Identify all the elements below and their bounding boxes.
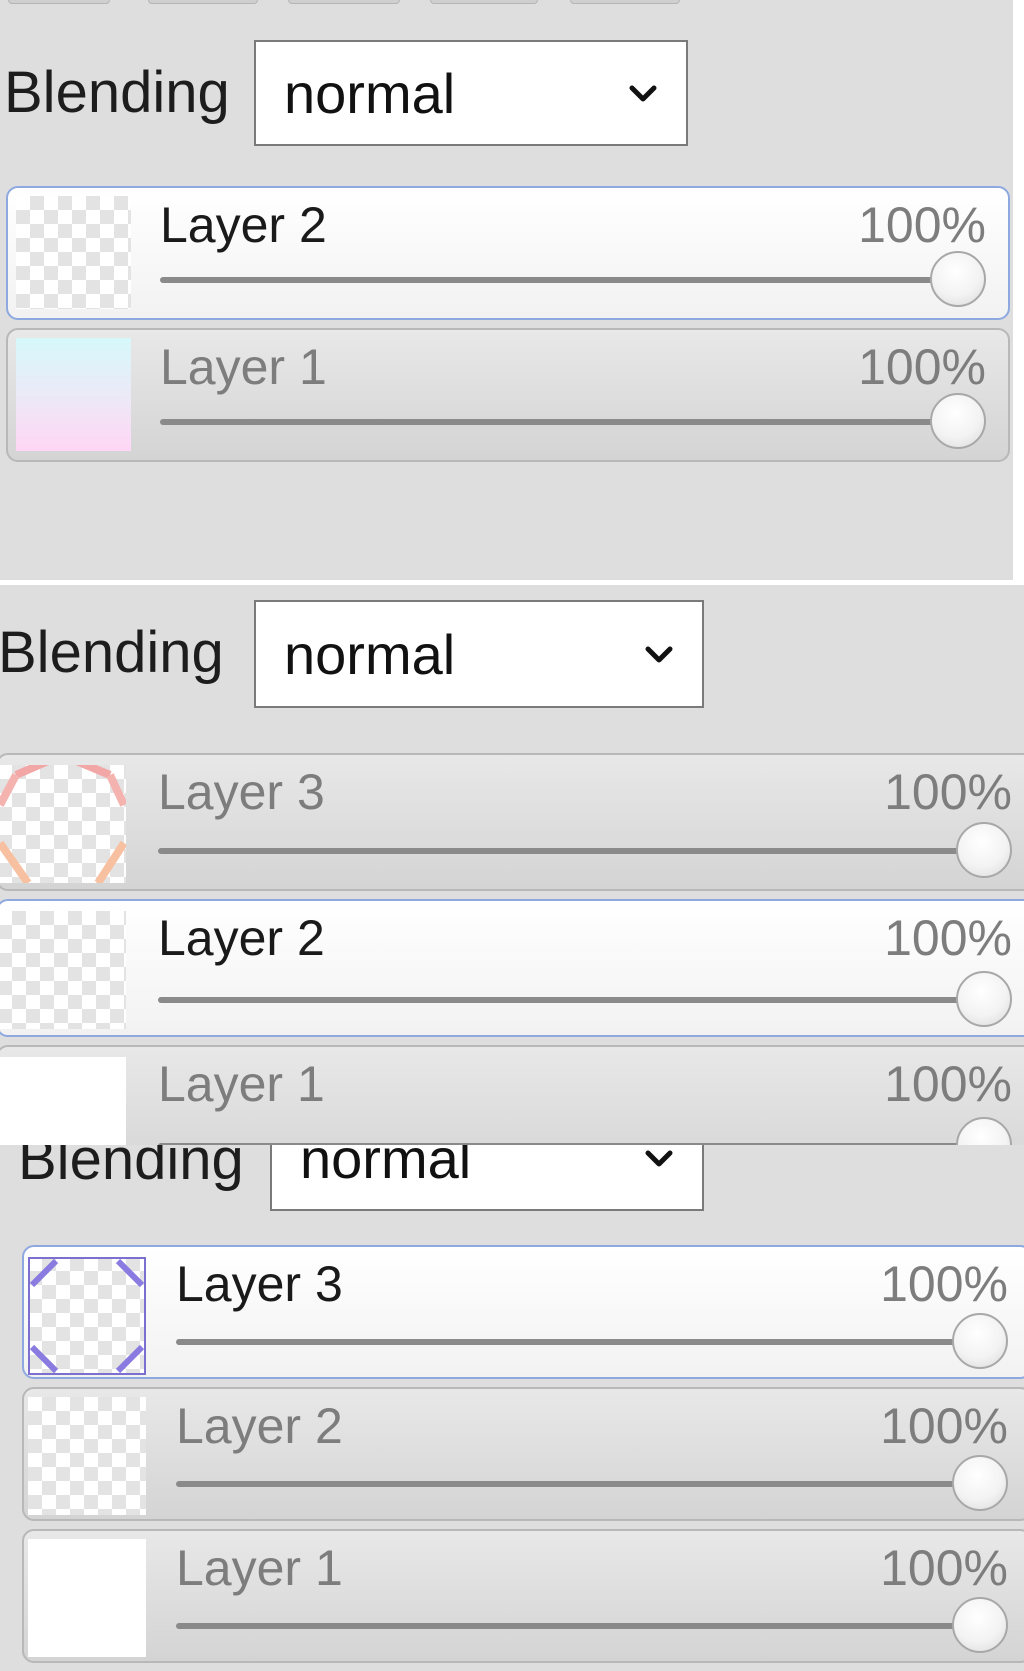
layer-thumbnail bbox=[28, 1539, 146, 1657]
blending-row: Blending normal bbox=[0, 1145, 1024, 1213]
layer-name: Layer 1 bbox=[158, 1056, 325, 1112]
layer-thumbnail-art bbox=[29, 1258, 145, 1374]
layer-thumbnail bbox=[0, 911, 126, 1029]
toolbar-button[interactable] bbox=[8, 0, 110, 4]
layer-thumbnail bbox=[16, 338, 131, 451]
layer-name: Layer 1 bbox=[176, 1540, 343, 1596]
layer-item[interactable]: Layer 3 100% bbox=[22, 1245, 1024, 1379]
layer-opacity-value: 100% bbox=[858, 339, 986, 395]
blending-select[interactable]: normal bbox=[254, 600, 704, 708]
layer-item[interactable]: Layer 1 100% bbox=[22, 1529, 1024, 1663]
opacity-slider[interactable] bbox=[158, 971, 1012, 1027]
opacity-slider[interactable] bbox=[176, 1597, 1008, 1653]
blending-select-value: normal bbox=[284, 622, 456, 686]
layer-opacity-value: 100% bbox=[884, 910, 1012, 966]
opacity-slider[interactable] bbox=[158, 822, 1012, 878]
toolbar-button[interactable] bbox=[148, 0, 258, 4]
layer-item[interactable]: Layer 2 100% bbox=[0, 899, 1024, 1037]
blending-label: Blending bbox=[18, 1145, 244, 1192]
opacity-slider-handle[interactable] bbox=[930, 251, 986, 307]
opacity-slider[interactable] bbox=[160, 393, 986, 449]
layer-opacity-value: 100% bbox=[880, 1398, 1008, 1454]
layer-name: Layer 2 bbox=[158, 910, 325, 966]
layers-panel-3: Blending normal Layer 3 100% Layer 2 100… bbox=[0, 1145, 1024, 1671]
layer-name: Layer 1 bbox=[160, 339, 327, 395]
layer-item[interactable]: Layer 1 100% bbox=[6, 328, 1010, 462]
layers-panel-2: Blending normal Layer 3 100% Layer 2 100… bbox=[0, 585, 1024, 1145]
layer-item[interactable]: Layer 2 100% bbox=[6, 186, 1010, 320]
layer-thumbnail bbox=[0, 1057, 126, 1145]
chevron-down-icon bbox=[645, 646, 673, 663]
toolbar-button[interactable] bbox=[570, 0, 680, 4]
blending-select-value: normal bbox=[300, 1145, 472, 1190]
chevron-down-icon bbox=[645, 1150, 673, 1167]
layer-thumbnail-art bbox=[0, 765, 126, 883]
opacity-slider[interactable] bbox=[176, 1455, 1008, 1511]
blending-select[interactable]: normal bbox=[254, 40, 688, 146]
toolbar-button[interactable] bbox=[288, 0, 400, 4]
blending-select-value: normal bbox=[284, 61, 456, 125]
chevron-down-icon bbox=[629, 85, 657, 102]
opacity-slider-handle[interactable] bbox=[956, 822, 1012, 878]
layer-opacity-value: 100% bbox=[880, 1540, 1008, 1596]
layer-thumbnail bbox=[0, 765, 126, 883]
layer-name: Layer 2 bbox=[160, 197, 327, 253]
layer-opacity-value: 100% bbox=[884, 764, 1012, 820]
opacity-slider-handle[interactable] bbox=[956, 1117, 1012, 1145]
layer-item[interactable]: Layer 3 100% bbox=[0, 753, 1024, 891]
blending-row: Blending normal bbox=[0, 40, 1013, 148]
blending-label: Blending bbox=[4, 60, 230, 125]
opacity-slider[interactable] bbox=[160, 251, 986, 307]
opacity-slider-handle[interactable] bbox=[930, 393, 986, 449]
layer-thumbnail bbox=[28, 1397, 146, 1515]
opacity-slider-handle[interactable] bbox=[952, 1597, 1008, 1653]
layers-panel-1: Blending normal Layer 2 100% Layer 1 100… bbox=[0, 0, 1013, 580]
blending-row: Blending normal bbox=[0, 600, 1024, 708]
layer-item[interactable]: Layer 1 100% bbox=[0, 1045, 1024, 1145]
layer-opacity-value: 100% bbox=[858, 197, 986, 253]
opacity-slider-handle[interactable] bbox=[952, 1455, 1008, 1511]
layer-name: Layer 2 bbox=[176, 1398, 343, 1454]
layer-item[interactable]: Layer 2 100% bbox=[22, 1387, 1024, 1521]
layer-thumbnail bbox=[16, 196, 131, 309]
toolbar-button[interactable] bbox=[430, 0, 538, 4]
layer-name: Layer 3 bbox=[176, 1256, 343, 1312]
blending-select[interactable]: normal bbox=[270, 1145, 704, 1211]
layer-opacity-value: 100% bbox=[884, 1056, 1012, 1112]
layer-name: Layer 3 bbox=[158, 764, 325, 820]
blending-label: Blending bbox=[0, 620, 224, 685]
layer-opacity-value: 100% bbox=[880, 1256, 1008, 1312]
opacity-slider[interactable] bbox=[176, 1313, 1008, 1369]
layer-thumbnail bbox=[28, 1257, 146, 1375]
opacity-slider-handle[interactable] bbox=[956, 971, 1012, 1027]
opacity-slider-handle[interactable] bbox=[952, 1313, 1008, 1369]
